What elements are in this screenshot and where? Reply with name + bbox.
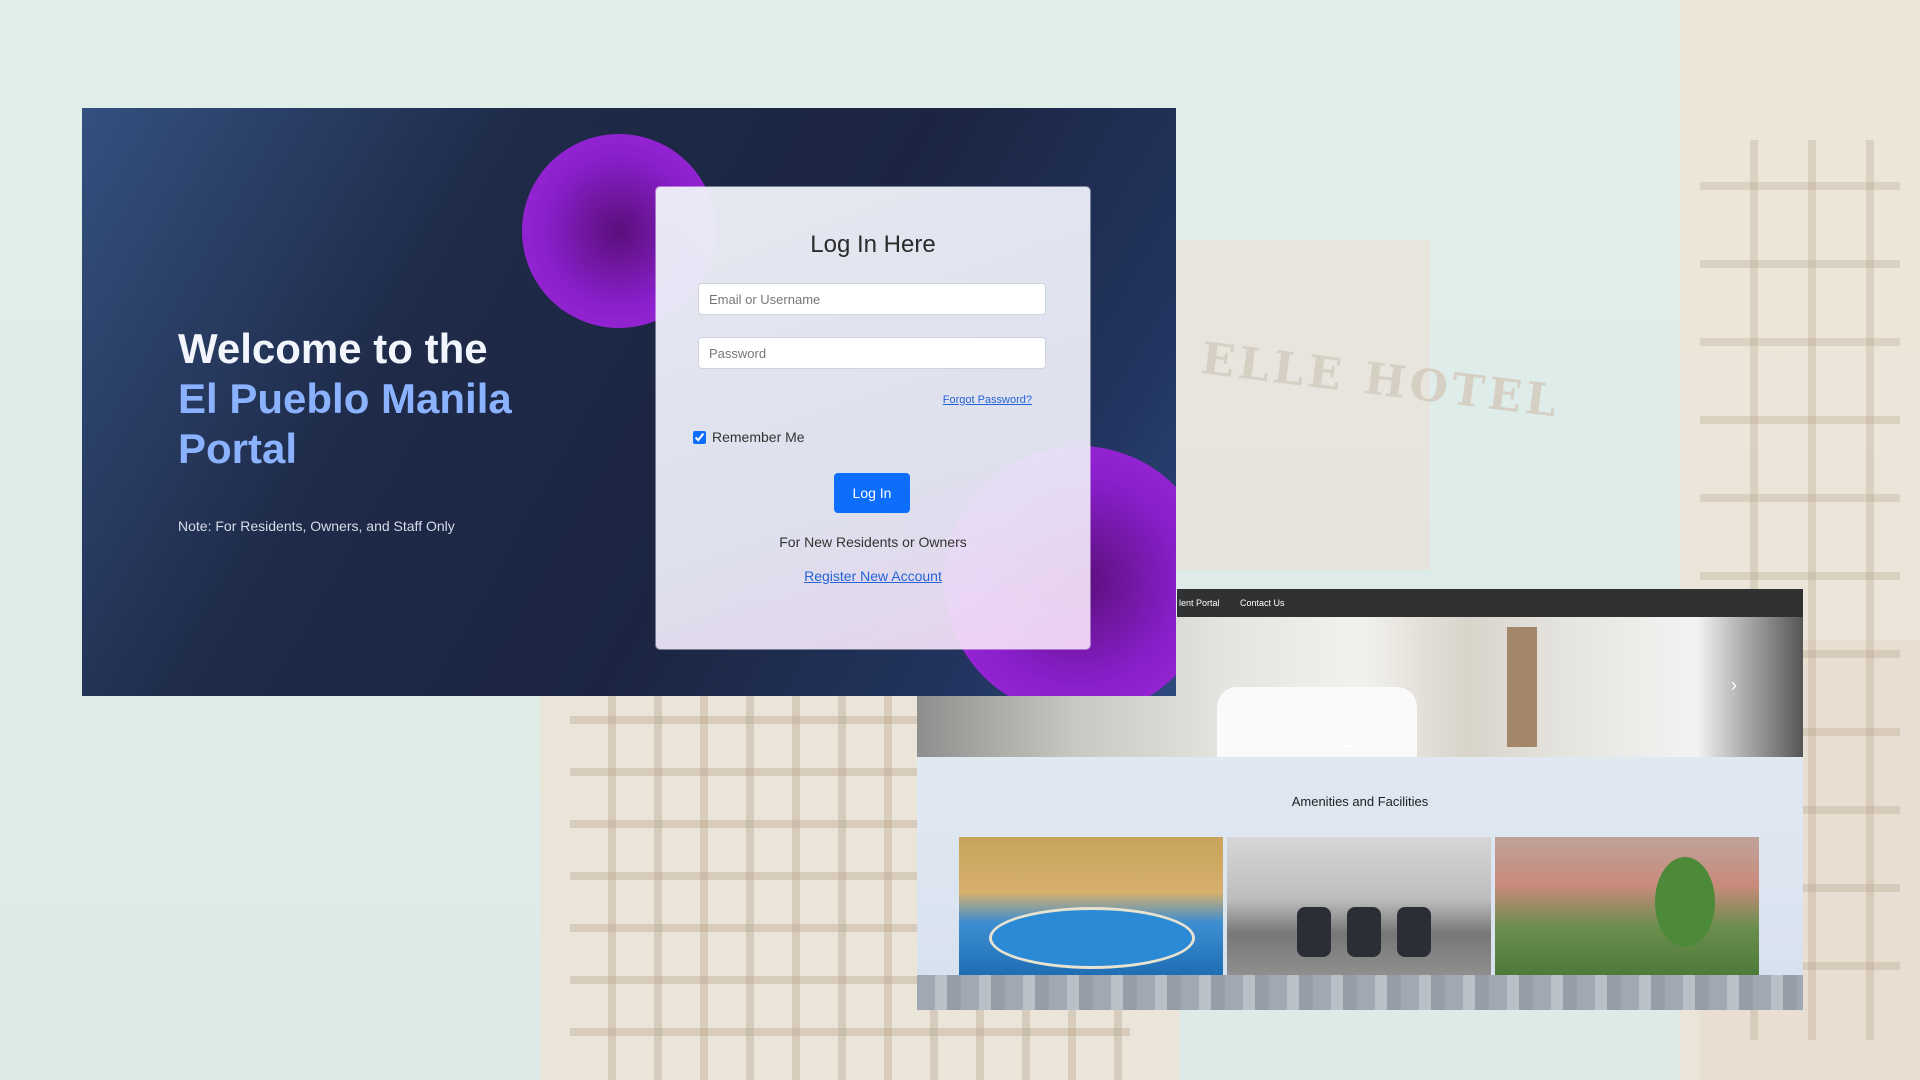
lounge-photo <box>1227 837 1491 975</box>
welcome-heading: Welcome to the El Pueblo Manila Portal <box>178 324 512 474</box>
register-link[interactable]: Register New Account <box>656 568 1090 584</box>
bedroom-plant <box>1507 627 1537 747</box>
login-title: Log In Here <box>810 231 936 258</box>
access-note: Note: For Residents, Owners, and Staff O… <box>178 518 455 534</box>
amenities-heading: Amenities and Facilities <box>1291 794 1429 809</box>
lounge-chair <box>1297 907 1331 957</box>
lounge-chair <box>1347 907 1381 957</box>
bedroom-bed <box>1217 687 1417 757</box>
nav-item-contact[interactable]: Contact Us <box>1240 598 1285 608</box>
chevron-right-icon[interactable]: › <box>1731 675 1737 696</box>
forgot-password-link[interactable]: Forgot Password? <box>943 394 1032 406</box>
password-input[interactable] <box>698 337 1046 369</box>
username-input[interactable] <box>698 283 1046 315</box>
welcome-line-2: El Pueblo Manila <box>178 375 512 422</box>
carousel-indicator[interactable] <box>1359 745 1373 747</box>
remember-me-label: Remember Me <box>712 429 805 445</box>
login-panel: Welcome to the El Pueblo Manila Portal N… <box>82 108 1176 696</box>
new-user-text: For New Residents or Owners <box>779 534 967 550</box>
site-navbar: lent Portal Contact Us <box>1177 589 1803 617</box>
welcome-line-1: Welcome to the <box>178 325 488 372</box>
garden-photo <box>1495 837 1759 975</box>
login-button[interactable]: Log In <box>834 473 910 513</box>
login-card: Log In Here Forgot Password? Remember Me… <box>656 187 1090 649</box>
carousel-indicator[interactable] <box>1341 745 1355 747</box>
swimming-pool <box>989 907 1195 969</box>
lounge-chair <box>1397 907 1431 957</box>
pool-photo <box>959 837 1223 975</box>
remember-me-checkbox[interactable] <box>693 430 706 444</box>
garden-tree <box>1655 857 1715 947</box>
nav-item-portal[interactable]: lent Portal <box>1179 598 1220 608</box>
remember-me[interactable]: Remember Me <box>693 429 805 445</box>
city-skyline-strip <box>917 975 1803 1010</box>
welcome-line-3: Portal <box>178 425 298 472</box>
